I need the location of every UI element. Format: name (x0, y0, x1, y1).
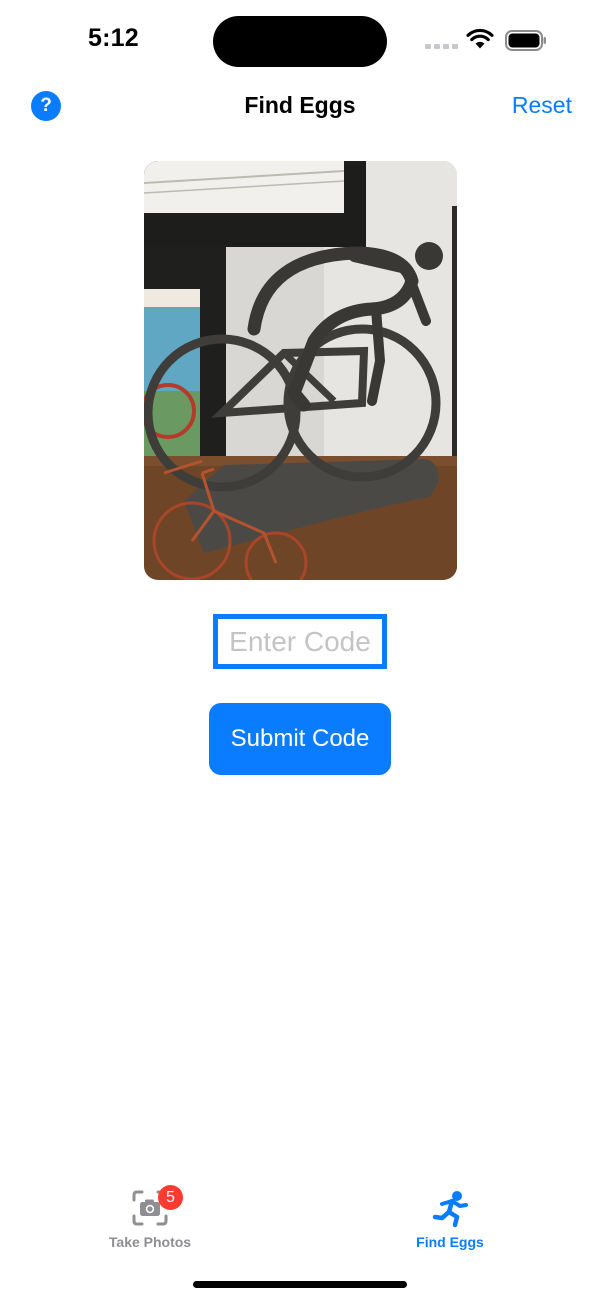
battery-icon (505, 30, 546, 51)
tab-find-eggs-label: Find Eggs (416, 1234, 484, 1250)
tab-take-photos-label: Take Photos (108, 1234, 192, 1250)
tab-find-eggs[interactable]: Find Eggs (365, 1188, 535, 1250)
running-figure-icon (432, 1191, 468, 1228)
page-title: Find Eggs (244, 92, 356, 118)
cellular-signal-icon (425, 44, 458, 49)
tab-take-photos[interactable]: 5 Take Photos (65, 1185, 235, 1250)
cyclist-sculpture-photo-illustration (144, 161, 457, 580)
wifi-icon (466, 28, 494, 49)
submit-code-label: Submit Code (230, 725, 370, 752)
code-input[interactable] (213, 614, 387, 669)
dynamic-island (213, 16, 387, 67)
reset-button[interactable]: Reset (512, 92, 572, 119)
egg-photo (144, 161, 457, 580)
submit-code-button[interactable]: Submit Code (209, 703, 391, 775)
photo-count-badge: 5 (158, 1185, 183, 1210)
home-indicator (193, 1281, 407, 1288)
status-time: 5:12 (88, 24, 139, 52)
